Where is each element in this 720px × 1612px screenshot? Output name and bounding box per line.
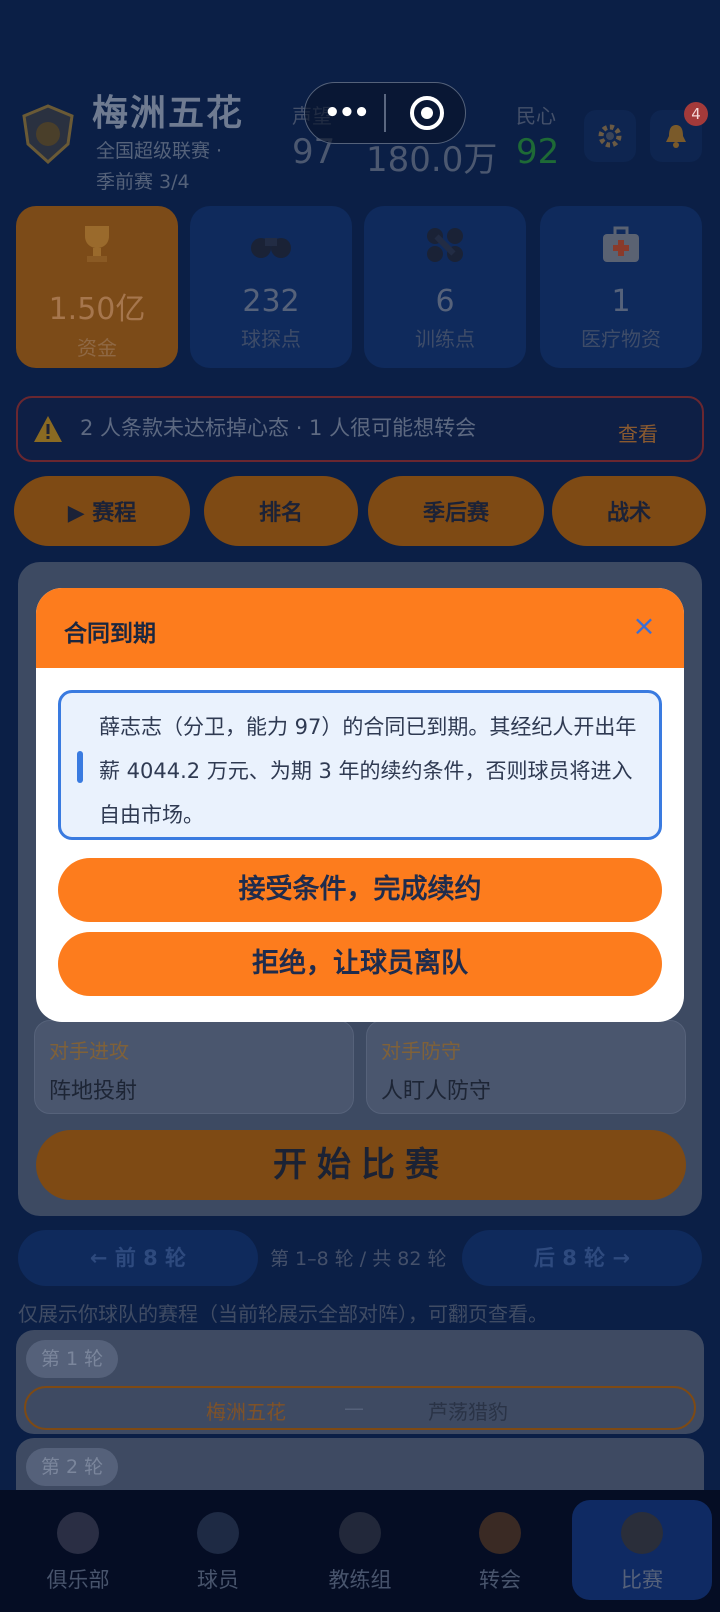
- bell-icon: [666, 125, 686, 148]
- dumbbell-icon: [427, 228, 463, 262]
- jersey-icon: [197, 1512, 239, 1554]
- league-info: 全国超级联赛 · 季前赛 3/4: [96, 136, 256, 198]
- message-accent-bar: [77, 751, 83, 783]
- dialog-title: 合同到期: [64, 621, 156, 647]
- resource-training-points[interactable]: 6 训练点: [364, 206, 526, 368]
- opponent-defense-value: 人盯人防守: [381, 1079, 492, 1104]
- league-name: 全国超级联赛 ·: [96, 140, 223, 162]
- alert-view-link[interactable]: 查看: [618, 418, 658, 447]
- schedule-hint: 仅展示你球队的赛程（当前轮展示全部对阵），可翻页查看。: [18, 1302, 548, 1326]
- warning-icon: [34, 416, 62, 442]
- tab-matches-label: 比赛: [621, 1568, 663, 1592]
- tab-club-label: 俱乐部: [46, 1568, 110, 1592]
- tab-transfers-label: 转会: [479, 1568, 521, 1592]
- medical-supplies-label: 医疗物资: [581, 327, 661, 351]
- tab-coaches-label: 教练组: [328, 1568, 392, 1592]
- opponent-defense-label: 对手防守: [381, 1039, 461, 1063]
- medical-supplies-value: 1: [611, 284, 631, 319]
- trophy-icon: [85, 226, 109, 262]
- club-name: 梅洲五花: [92, 93, 245, 134]
- resource-funds[interactable]: 1.50亿 资金: [16, 206, 178, 368]
- capsule-divider: [384, 94, 386, 132]
- close-miniprogram-icon[interactable]: [410, 96, 444, 130]
- binoculars-icon: [251, 238, 291, 258]
- training-points-value: 6: [435, 284, 455, 319]
- pager-info: 第 1–8 轮 / 共 82 轮: [270, 1248, 447, 1270]
- dialog-header: 合同到期 ×: [36, 588, 684, 668]
- tab-players[interactable]: 球员: [148, 1500, 288, 1600]
- round-tag: 第 1 轮: [26, 1340, 118, 1378]
- club-icon: [57, 1512, 99, 1554]
- schedule-button[interactable]: ▶ 赛程: [14, 476, 190, 546]
- opponent-offense-value: 阵地投射: [49, 1079, 138, 1104]
- opponent-offense-card[interactable]: 对手进攻 阵地投射: [34, 1020, 354, 1114]
- tab-club[interactable]: 俱乐部: [8, 1500, 148, 1600]
- transfer-ball-icon: [479, 1512, 521, 1554]
- vs-dash: —: [344, 1396, 364, 1420]
- accept-renewal-button[interactable]: 接受条件，完成续约: [58, 858, 662, 922]
- more-dots-icon[interactable]: •••: [324, 98, 370, 128]
- tab-players-label: 球员: [197, 1568, 239, 1592]
- tactics-button[interactable]: 战术: [552, 476, 706, 546]
- training-points-label: 训练点: [415, 327, 475, 351]
- release-player-button[interactable]: 拒绝，让球员离队: [58, 932, 662, 996]
- scoreboard-icon: [621, 1512, 663, 1554]
- season-stage: 季前赛 3/4: [96, 171, 190, 193]
- tab-coaches[interactable]: 教练组: [290, 1500, 430, 1600]
- settings-button[interactable]: [584, 110, 636, 162]
- away-team: 芦荡猎豹: [428, 1400, 508, 1424]
- notification-badge: 4: [684, 102, 708, 126]
- opponent-offense-label: 对手进攻: [49, 1039, 129, 1063]
- round-tag: 第 2 轮: [26, 1448, 118, 1486]
- next-rounds-button[interactable]: 后 8 轮 →: [462, 1230, 702, 1286]
- alert-text: 2 人条款未达标掉心态 · 1 人很可能想转会: [80, 416, 477, 440]
- scout-points-label: 球探点: [241, 327, 301, 351]
- playoffs-button[interactable]: 季后赛: [368, 476, 544, 546]
- match-row[interactable]: 梅洲五花 — 芦荡猎豹: [24, 1386, 696, 1430]
- ranking-button[interactable]: 排名: [204, 476, 358, 546]
- contract-expiry-dialog: 合同到期 × 薛志志（分卫，能力 97）的合同已到期。其经纪人开出年薪 4044…: [36, 588, 684, 1022]
- home-team: 梅洲五花: [206, 1400, 286, 1424]
- tab-transfers[interactable]: 转会: [430, 1500, 570, 1600]
- notifications-button[interactable]: 4: [650, 102, 708, 162]
- opponent-defense-card[interactable]: 对手防守 人盯人防守: [366, 1020, 686, 1114]
- funds-value: 1.50亿: [48, 292, 146, 327]
- close-icon[interactable]: ×: [626, 608, 662, 644]
- morale-value: 92: [516, 132, 560, 172]
- medical-kit-icon: [603, 226, 639, 262]
- round-card: 第 1 轮 梅洲五花 — 芦荡猎豹: [16, 1330, 704, 1434]
- resource-scout-points[interactable]: 232 球探点: [190, 206, 352, 368]
- gear-icon: [598, 124, 622, 148]
- dialog-message: 薛志志（分卫，能力 97）的合同已到期。其经纪人开出年薪 4044.2 万元、为…: [99, 715, 637, 827]
- scout-points-value: 232: [242, 284, 300, 319]
- dialog-message-box: 薛志志（分卫，能力 97）的合同已到期。其经纪人开出年薪 4044.2 万元、为…: [58, 690, 662, 840]
- tab-matches[interactable]: 比赛: [572, 1500, 712, 1600]
- morale-label: 民心: [516, 104, 556, 128]
- club-logo: [20, 104, 76, 165]
- resource-medical-supplies[interactable]: 1 医疗物资: [540, 206, 702, 368]
- funds-label: 资金: [77, 336, 117, 360]
- start-match-button[interactable]: 开始比赛: [36, 1130, 686, 1200]
- coach-icon: [339, 1512, 381, 1554]
- prev-rounds-button[interactable]: ← 前 8 轮: [18, 1230, 258, 1286]
